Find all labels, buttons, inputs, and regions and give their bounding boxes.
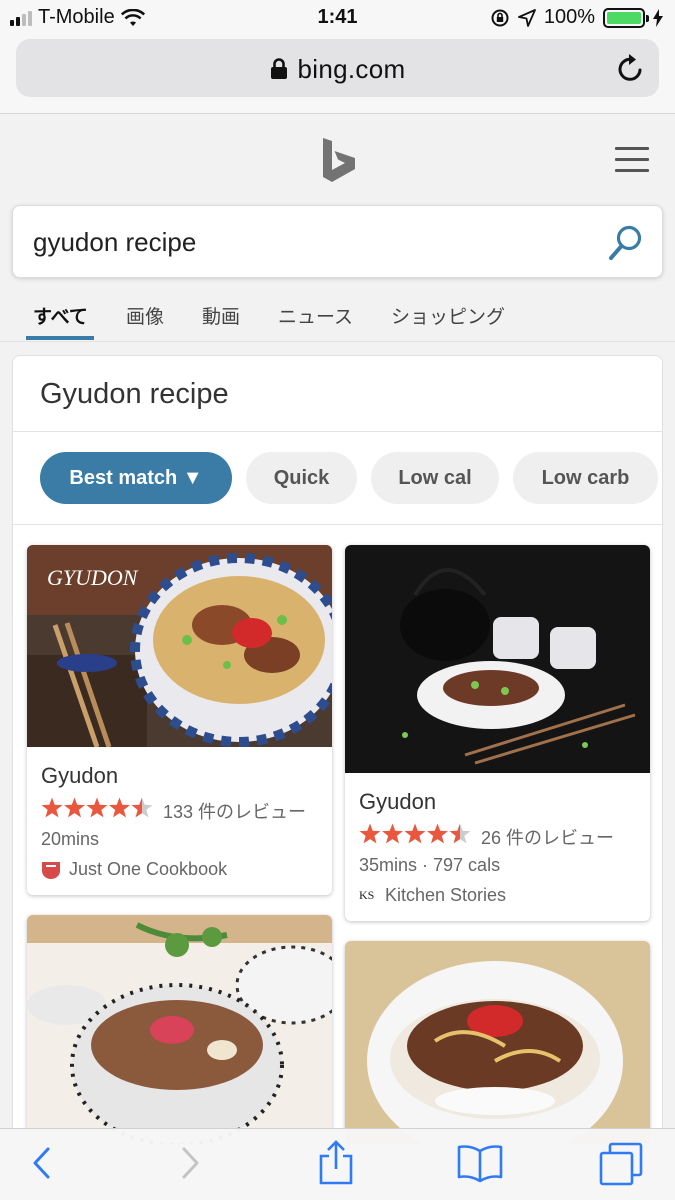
star-icon bbox=[404, 823, 426, 844]
star-icon bbox=[41, 797, 63, 818]
star-rating bbox=[41, 797, 153, 824]
star-icon bbox=[109, 797, 130, 818]
bookmarks-icon[interactable] bbox=[456, 1143, 504, 1183]
lock-icon bbox=[270, 58, 287, 79]
forward-icon[interactable] bbox=[178, 1143, 202, 1183]
filter-best-match[interactable]: Best match ▼ bbox=[40, 452, 232, 504]
divider bbox=[13, 524, 662, 525]
card-title: Gyudon recipe bbox=[40, 378, 229, 410]
filter-low-carb[interactable]: Low carb bbox=[513, 452, 658, 504]
search-box bbox=[12, 205, 663, 278]
battery-percent: 100% bbox=[543, 6, 595, 28]
search-icon[interactable] bbox=[608, 224, 644, 262]
back-icon[interactable] bbox=[30, 1143, 54, 1183]
share-icon[interactable] bbox=[316, 1139, 356, 1185]
charging-bolt-icon bbox=[653, 8, 663, 27]
tab-shopping[interactable]: ショッピング bbox=[391, 302, 505, 329]
recipe-card[interactable]: Gyudon 26 件のレビュー 35mins · 797 cals KS Ki… bbox=[345, 545, 650, 921]
recipe-photo bbox=[345, 545, 650, 773]
star-icon bbox=[131, 797, 153, 818]
filter-quick[interactable]: Quick bbox=[246, 452, 357, 504]
orientation-lock-icon bbox=[491, 9, 509, 26]
browser-chrome: bing.com bbox=[0, 34, 675, 114]
filter-low-cal[interactable]: Low cal bbox=[371, 452, 499, 504]
bing-logo[interactable] bbox=[321, 137, 357, 183]
recipe-photo bbox=[345, 941, 650, 1144]
recipe-meta: 20mins bbox=[41, 829, 100, 849]
tab-all[interactable]: すべて bbox=[33, 302, 88, 329]
recipe-name: Gyudon bbox=[41, 763, 119, 788]
review-count: 26 件のレビュー bbox=[481, 827, 615, 848]
recipe-meta: 35mins · 797 cals bbox=[359, 855, 501, 875]
recipe-card[interactable] bbox=[27, 915, 332, 1144]
recipe-name: Gyudon bbox=[359, 789, 437, 814]
reload-icon[interactable] bbox=[617, 53, 645, 83]
recipe-answer-card: Gyudon recipe Best match ▼ Quick Low cal… bbox=[12, 355, 663, 1145]
star-icon bbox=[382, 823, 403, 844]
bing-header bbox=[0, 115, 675, 205]
tabs-icon[interactable] bbox=[598, 1141, 644, 1187]
browser-toolbar bbox=[0, 1128, 675, 1200]
review-count: 133 件のレビュー bbox=[163, 801, 307, 822]
star-rating bbox=[359, 823, 471, 850]
source-logo: KS bbox=[359, 888, 375, 902]
tab-images[interactable]: 画像 bbox=[126, 302, 164, 329]
tab-news[interactable]: ニュース bbox=[278, 302, 353, 329]
url-text: bing.com bbox=[297, 54, 406, 84]
star-icon bbox=[359, 823, 381, 844]
search-input[interactable] bbox=[33, 220, 593, 264]
source-logo bbox=[42, 861, 60, 879]
recipe-card[interactable] bbox=[345, 941, 650, 1144]
photo-overlay-text: GYUDON bbox=[47, 565, 139, 590]
menu-icon[interactable] bbox=[615, 147, 649, 180]
tab-videos[interactable]: 動画 bbox=[202, 302, 240, 329]
source-name: Just One Cookbook bbox=[69, 859, 228, 879]
star-icon bbox=[449, 823, 471, 844]
status-bar: T-Mobile 1:41 100% bbox=[0, 0, 675, 34]
recipe-photo bbox=[27, 915, 332, 1144]
address-bar[interactable]: bing.com bbox=[16, 39, 659, 97]
star-icon bbox=[427, 823, 448, 844]
source-name: Kitchen Stories bbox=[385, 885, 507, 905]
scope-tabs: すべて 画像 動画 ニュース ショッピング bbox=[0, 290, 675, 342]
battery-icon bbox=[603, 7, 649, 28]
divider bbox=[13, 431, 662, 432]
recipe-card[interactable]: GYUDON Gyudon 133 件のレビュー 20mins Just One… bbox=[27, 545, 332, 895]
active-tab-indicator bbox=[26, 336, 94, 340]
star-icon bbox=[86, 797, 108, 818]
recipe-photo: GYUDON bbox=[27, 545, 332, 747]
location-arrow-icon bbox=[517, 8, 536, 27]
star-icon bbox=[64, 797, 85, 818]
